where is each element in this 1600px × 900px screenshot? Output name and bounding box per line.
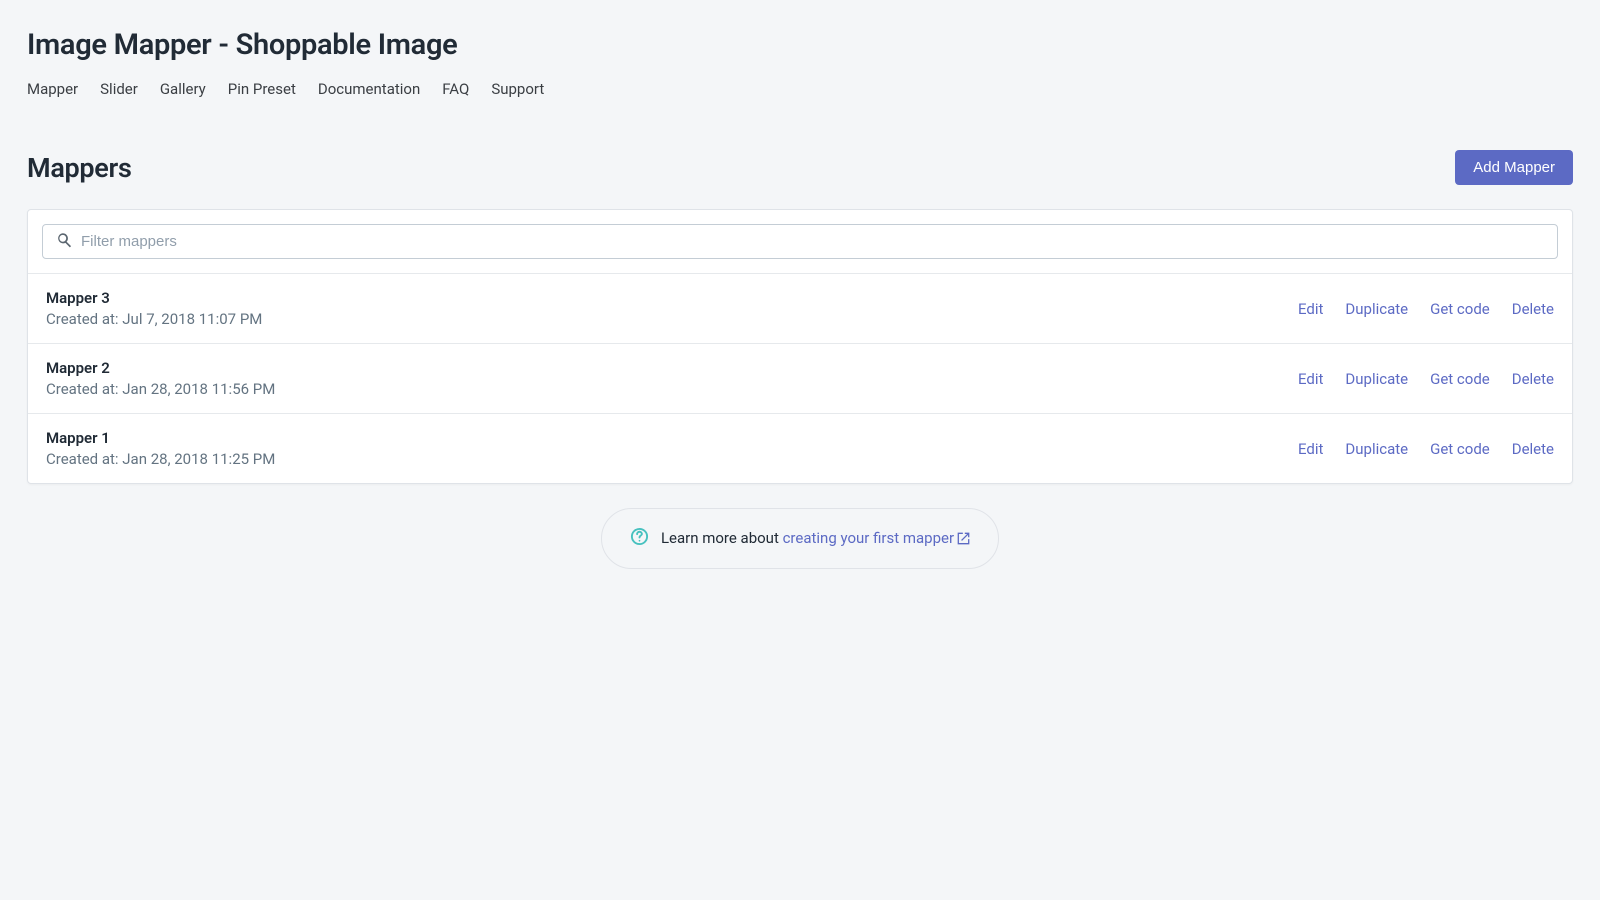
external-link-icon bbox=[957, 531, 970, 549]
help-text: Learn more about bbox=[661, 529, 783, 547]
nav-tab-documentation[interactable]: Documentation bbox=[318, 80, 420, 98]
list-item: Mapper 1 Created at: Jan 28, 2018 11:25 … bbox=[28, 413, 1572, 483]
delete-button[interactable]: Delete bbox=[1512, 300, 1554, 318]
row-actions: Edit Duplicate Get code Delete bbox=[1298, 300, 1554, 318]
help-icon bbox=[630, 527, 649, 550]
row-text: Mapper 2 Created at: Jan 28, 2018 11:56 … bbox=[46, 359, 275, 398]
row-title: Mapper 1 bbox=[46, 429, 275, 447]
help-text-wrapper: Learn more about creating your first map… bbox=[661, 529, 970, 549]
filter-box bbox=[42, 224, 1558, 259]
help-box: Learn more about creating your first map… bbox=[601, 508, 999, 569]
row-actions: Edit Duplicate Get code Delete bbox=[1298, 440, 1554, 458]
nav-tab-faq[interactable]: FAQ bbox=[442, 80, 469, 98]
nav-tab-slider[interactable]: Slider bbox=[100, 80, 138, 98]
section-header: Mappers Add Mapper bbox=[27, 150, 1573, 185]
row-title: Mapper 3 bbox=[46, 289, 262, 307]
get-code-button[interactable]: Get code bbox=[1430, 370, 1490, 388]
nav-tab-support[interactable]: Support bbox=[491, 80, 544, 98]
edit-button[interactable]: Edit bbox=[1298, 440, 1323, 458]
section-title: Mappers bbox=[27, 152, 132, 184]
help-link[interactable]: creating your first mapper bbox=[783, 529, 970, 547]
get-code-button[interactable]: Get code bbox=[1430, 440, 1490, 458]
row-actions: Edit Duplicate Get code Delete bbox=[1298, 370, 1554, 388]
nav-tab-pin-preset[interactable]: Pin Preset bbox=[228, 80, 296, 98]
nav-tab-mapper[interactable]: Mapper bbox=[27, 80, 78, 98]
row-text: Mapper 3 Created at: Jul 7, 2018 11:07 P… bbox=[46, 289, 262, 328]
nav-tab-gallery[interactable]: Gallery bbox=[160, 80, 206, 98]
edit-button[interactable]: Edit bbox=[1298, 300, 1323, 318]
page-title: Image Mapper - Shoppable Image bbox=[27, 28, 1573, 62]
duplicate-button[interactable]: Duplicate bbox=[1345, 300, 1408, 318]
get-code-button[interactable]: Get code bbox=[1430, 300, 1490, 318]
row-subtitle: Created at: Jul 7, 2018 11:07 PM bbox=[46, 310, 262, 328]
duplicate-button[interactable]: Duplicate bbox=[1345, 370, 1408, 388]
list-item: Mapper 3 Created at: Jul 7, 2018 11:07 P… bbox=[28, 273, 1572, 343]
mappers-card: Mapper 3 Created at: Jul 7, 2018 11:07 P… bbox=[27, 209, 1573, 484]
filter-input[interactable] bbox=[43, 225, 1557, 258]
list-item: Mapper 2 Created at: Jan 28, 2018 11:56 … bbox=[28, 343, 1572, 413]
edit-button[interactable]: Edit bbox=[1298, 370, 1323, 388]
add-mapper-button[interactable]: Add Mapper bbox=[1455, 150, 1573, 185]
delete-button[interactable]: Delete bbox=[1512, 440, 1554, 458]
delete-button[interactable]: Delete bbox=[1512, 370, 1554, 388]
row-subtitle: Created at: Jan 28, 2018 11:56 PM bbox=[46, 380, 275, 398]
filter-wrapper bbox=[28, 210, 1572, 273]
help-link-text: creating your first mapper bbox=[783, 529, 954, 547]
nav-tabs: Mapper Slider Gallery Pin Preset Documen… bbox=[27, 80, 1573, 98]
row-title: Mapper 2 bbox=[46, 359, 275, 377]
row-text: Mapper 1 Created at: Jan 28, 2018 11:25 … bbox=[46, 429, 275, 468]
row-subtitle: Created at: Jan 28, 2018 11:25 PM bbox=[46, 450, 275, 468]
duplicate-button[interactable]: Duplicate bbox=[1345, 440, 1408, 458]
